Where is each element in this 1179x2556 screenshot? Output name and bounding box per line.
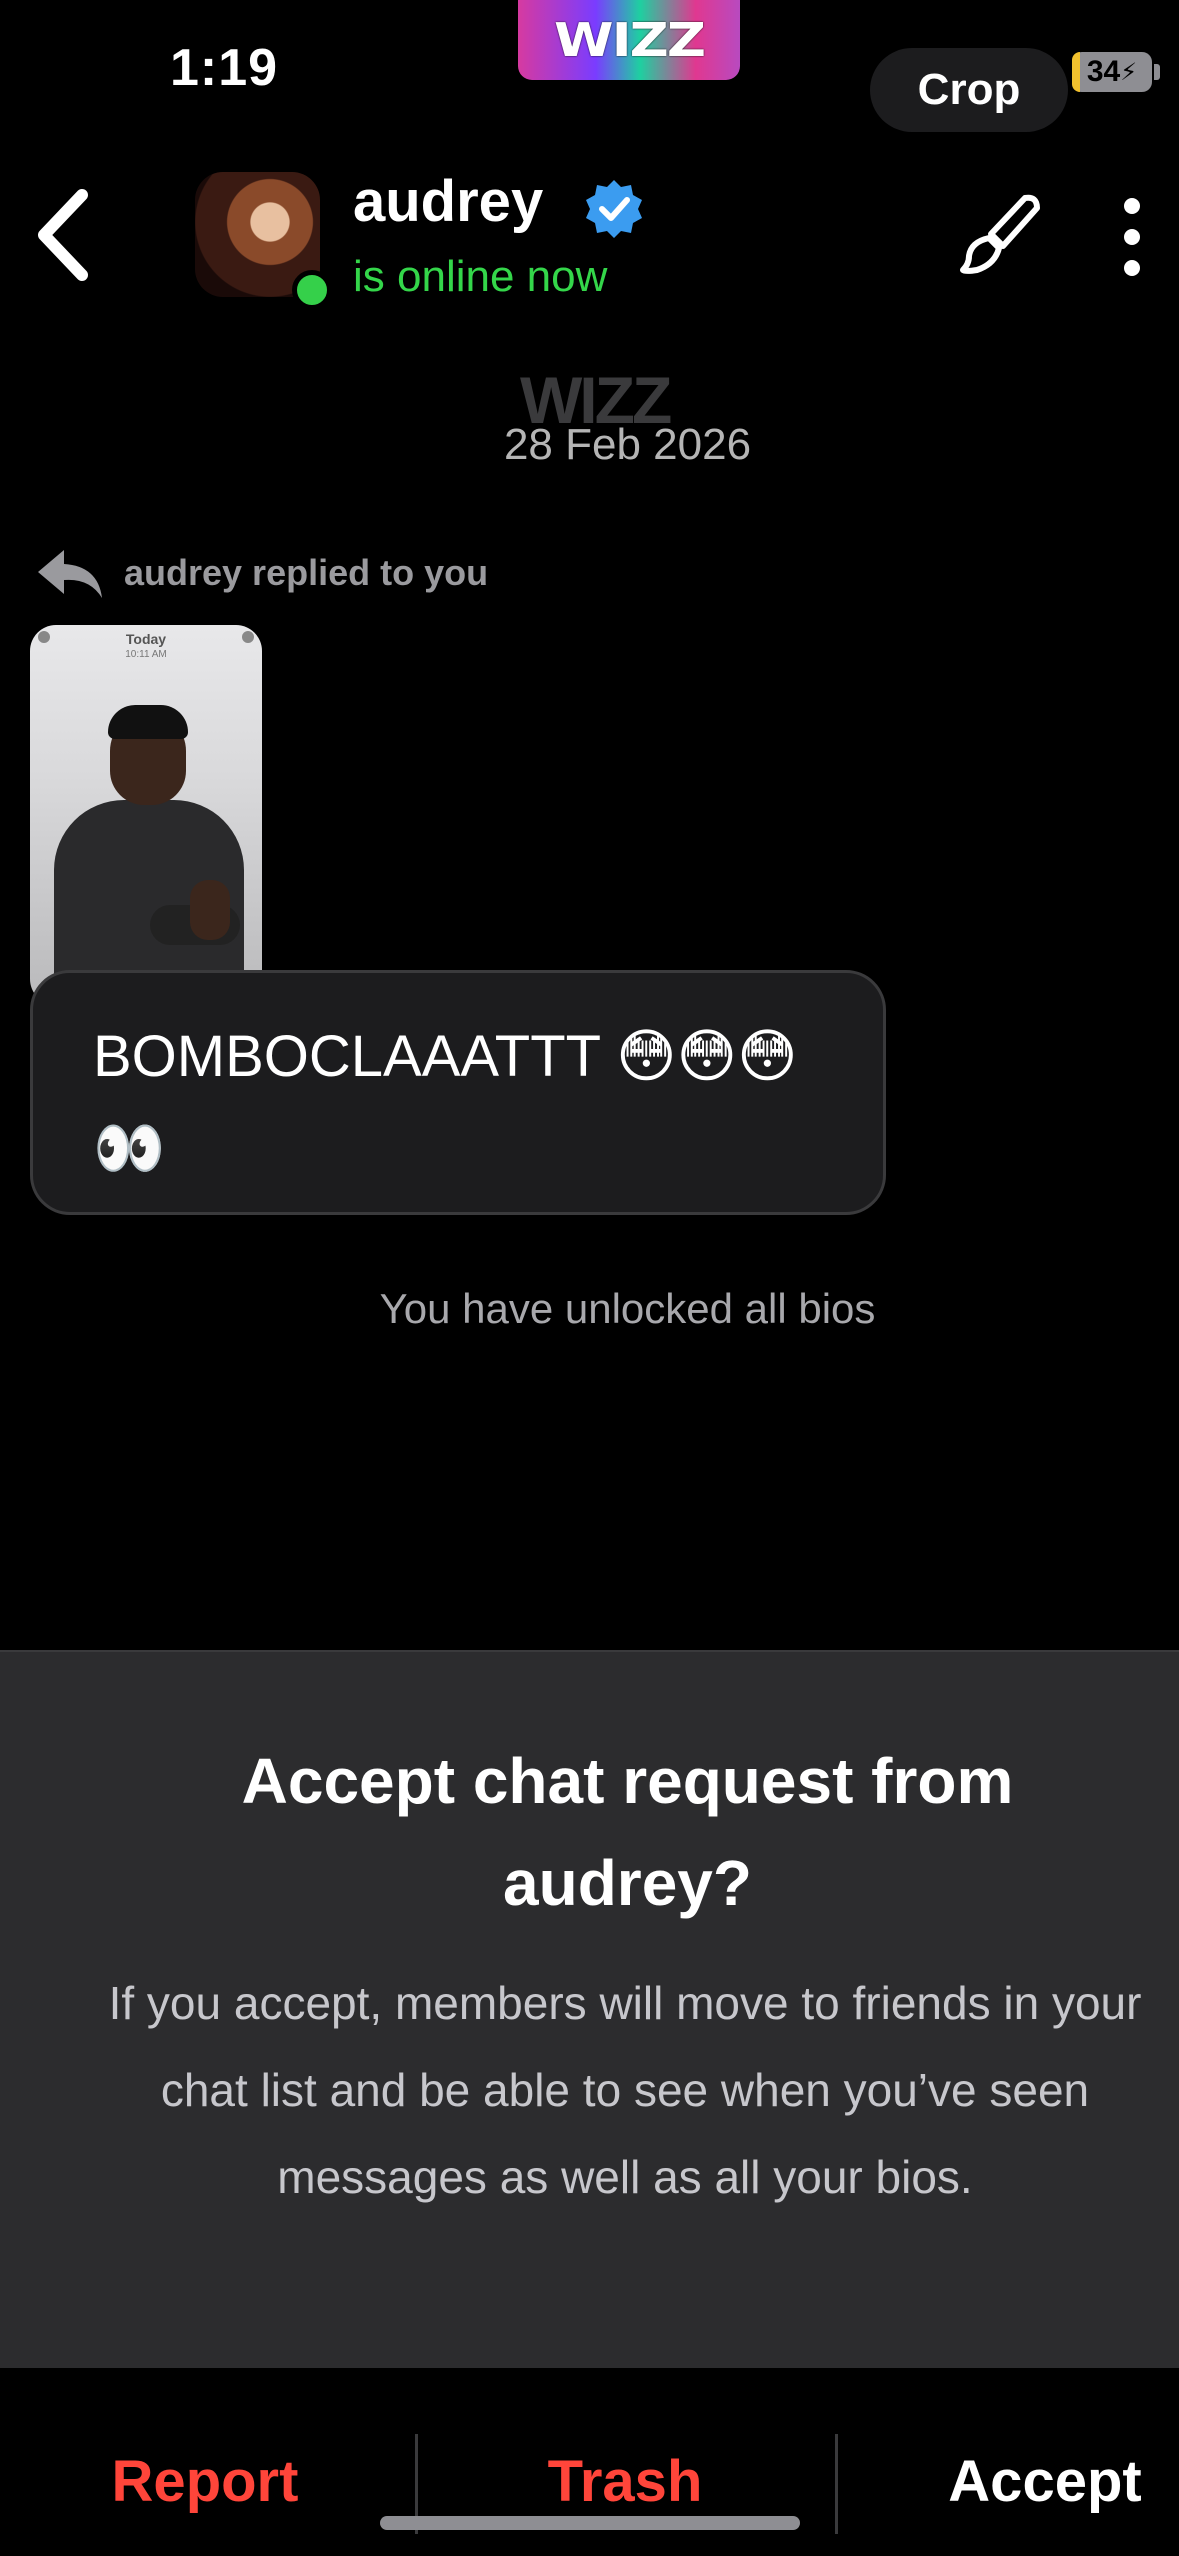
sheet-title: Accept chat request from audrey?	[241, 1745, 1014, 1919]
battery-indicator: 34 ⚡	[1072, 52, 1152, 92]
wizz-logo-text: WIZZ	[554, 13, 706, 67]
wizz-logo: WIZZ	[518, 0, 740, 80]
sheet-body: If you accept, members will move to frie…	[108, 1977, 1142, 2203]
battery-cap	[1154, 64, 1160, 80]
trash-button[interactable]: Trash	[435, 2448, 815, 2515]
reply-label: audrey replied to you	[124, 552, 489, 593]
paint-brush-icon[interactable]	[955, 190, 1045, 280]
message-bubble[interactable]: BOMBOCLAAATTT 😳😳😳👀	[30, 970, 886, 1215]
story-reply-thumbnail[interactable]: Today 10:11 AM	[30, 625, 262, 1005]
more-vertical-icon[interactable]	[1110, 192, 1154, 282]
charging-bolt-icon: ⚡	[1120, 58, 1138, 86]
back-chevron-icon[interactable]	[30, 185, 100, 285]
verified-badge-icon	[586, 180, 642, 238]
chat-request-sheet: Accept chat request from audrey? If you …	[0, 1650, 1179, 2370]
person-hand	[190, 880, 230, 940]
status-time: 1:19	[170, 39, 279, 97]
home-indicator[interactable]	[380, 2516, 800, 2530]
story-date-label: Today	[125, 631, 167, 647]
person-hair	[108, 705, 188, 739]
reply-arrow-icon	[38, 550, 102, 598]
chat-username[interactable]: audrey	[353, 168, 543, 235]
crop-button[interactable]: Crop	[870, 48, 1068, 132]
story-time-label: 10:11 AM	[125, 649, 167, 660]
online-status: is online now	[353, 252, 608, 301]
system-message: You have unlocked all bios	[379, 1285, 876, 1332]
action-divider	[835, 2434, 838, 2534]
report-button[interactable]: Report	[15, 2448, 395, 2515]
message-text: BOMBOCLAAATTT 😳😳😳👀	[93, 1024, 798, 1181]
online-indicator	[292, 270, 332, 310]
date-separator: 28 Feb 2026	[503, 420, 752, 469]
story-corner-dot	[38, 631, 50, 643]
accept-button[interactable]: Accept	[855, 2448, 1179, 2515]
story-corner-dot	[242, 631, 254, 643]
battery-level: 34	[1086, 55, 1121, 88]
